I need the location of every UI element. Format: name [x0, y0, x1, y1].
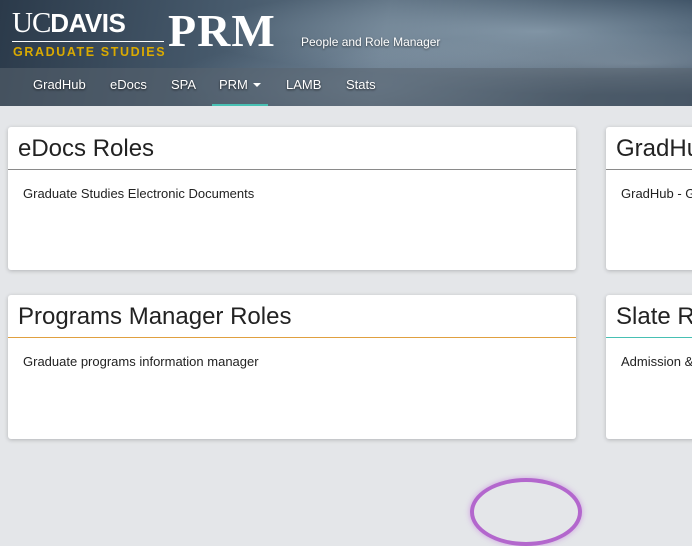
- card-programs-manager-roles[interactable]: Programs Manager Roles Graduate programs…: [8, 295, 576, 439]
- nav-item-label: SPA: [171, 77, 197, 92]
- nav-item-lamb[interactable]: LAMB: [286, 68, 321, 104]
- logo-graduate-studies-text: GRADUATE STUDIES: [13, 45, 167, 59]
- nav-item-edocs[interactable]: eDocs: [110, 68, 147, 104]
- cursor-highlight-ring: [470, 478, 582, 546]
- logo-uc-text: UC: [12, 7, 51, 39]
- caret-down-icon: [252, 82, 261, 87]
- nav-item-label: GradHub: [33, 77, 86, 92]
- card-slate-roles[interactable]: Slate R Admission &: [606, 295, 692, 439]
- card-title: eDocs Roles: [18, 135, 155, 162]
- nav-item-label: LAMB: [286, 77, 322, 92]
- card-description: Admission &: [621, 354, 692, 369]
- app-title[interactable]: PRM: [168, 6, 276, 56]
- nav-item-spa[interactable]: SPA: [171, 68, 196, 104]
- site-header: UCDAVIS GRADUATE STUDIES PRM People and …: [0, 0, 692, 106]
- nav-item-label: PRM: [219, 77, 248, 92]
- card-edocs-roles[interactable]: eDocs Roles Graduate Studies Electronic …: [8, 127, 576, 270]
- card-divider: [8, 337, 576, 338]
- main-nav: GradHub eDocs SPA PRM LAMB Stats: [0, 68, 692, 106]
- ucdavis-graduate-studies-logo[interactable]: UCDAVIS GRADUATE STUDIES: [12, 7, 167, 59]
- nav-item-gradhub[interactable]: GradHub: [33, 68, 86, 104]
- card-title: GradHub: [616, 135, 692, 162]
- nav-item-prm[interactable]: PRM: [212, 68, 268, 106]
- card-description: Graduate Studies Electronic Documents: [23, 186, 255, 201]
- nav-item-label: eDocs: [110, 77, 147, 92]
- logo-davis-text: DAVIS: [50, 8, 126, 38]
- card-title: Slate R: [616, 303, 692, 330]
- nav-item-label: Stats: [346, 77, 376, 92]
- card-gradhub-roles[interactable]: GradHub GradHub - G: [606, 127, 692, 270]
- card-description: Graduate programs information manager: [23, 354, 259, 369]
- card-title: Programs Manager Roles: [18, 303, 292, 330]
- card-divider: [606, 169, 692, 170]
- card-divider: [8, 169, 576, 170]
- nav-item-stats[interactable]: Stats: [346, 68, 376, 104]
- logo-divider: [12, 41, 164, 42]
- card-description: GradHub - G: [621, 186, 692, 201]
- app-subtitle: People and Role Manager: [301, 35, 441, 49]
- card-divider: [606, 337, 692, 338]
